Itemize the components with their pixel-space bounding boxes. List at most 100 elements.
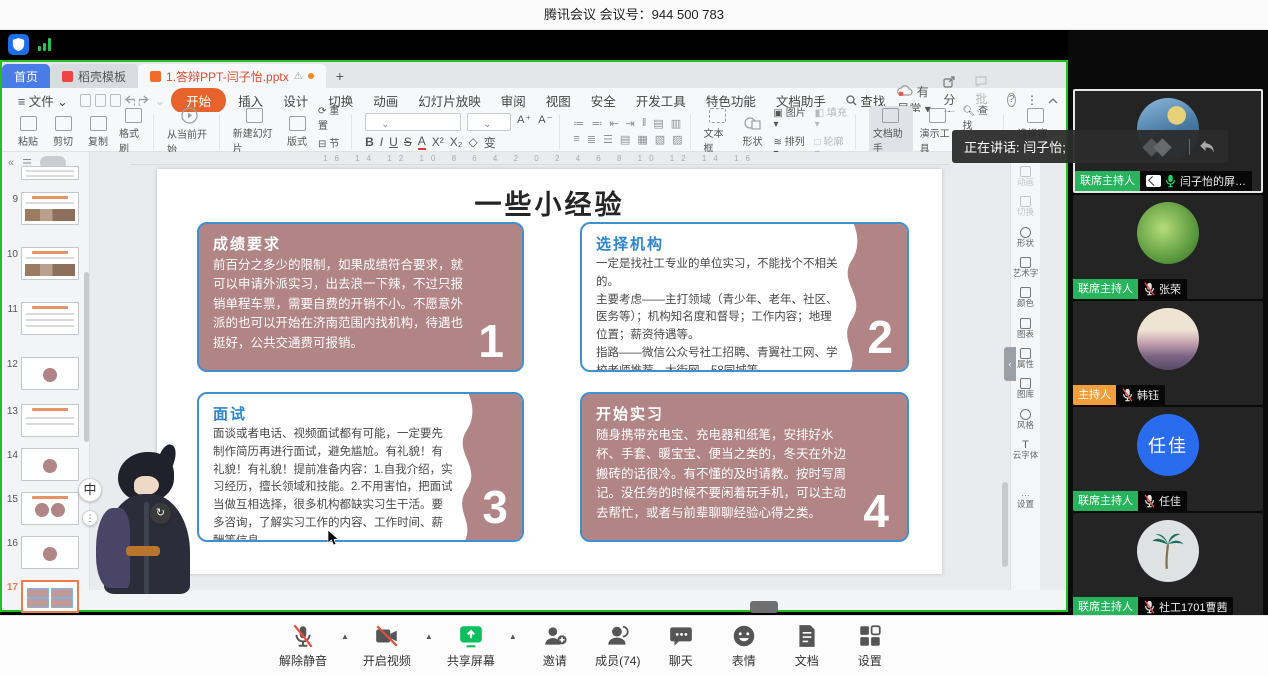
rail-cloud-fonts[interactable]: T云字体: [1011, 439, 1040, 460]
members-button[interactable]: 成员(74): [593, 623, 643, 669]
cut-button[interactable]: 剪切: [49, 116, 77, 148]
play-from-current-button[interactable]: 从当前开始: [167, 107, 213, 156]
network-signal-icon[interactable]: [38, 38, 54, 51]
rail-more[interactable]: ···设置: [1011, 491, 1040, 510]
thumbnail-slide-15[interactable]: 15: [2, 492, 90, 525]
invite-button[interactable]: 邀请: [530, 623, 580, 669]
new-tab-button[interactable]: +: [336, 64, 344, 88]
canvas-scrollbar[interactable]: [1002, 482, 1008, 567]
superscript-button[interactable]: X²: [432, 135, 444, 149]
rail-wordart[interactable]: 艺术字: [1011, 257, 1040, 278]
menu-design[interactable]: 设计: [275, 89, 316, 112]
rail-animation[interactable]: 动画: [1011, 166, 1040, 187]
slide-box-2[interactable]: 选择机构 一定是找社工专业的单位实习，不能找个不相关的。 主要考虑——主打领域（…: [580, 222, 909, 372]
copy-button[interactable]: 复制: [84, 116, 112, 148]
more-menu-icon[interactable]: ⋮: [1026, 93, 1038, 107]
font-name-combobox[interactable]: ⌄: [365, 113, 461, 131]
preview-icon[interactable]: [110, 94, 121, 107]
pet-menu-icon[interactable]: ⋮: [82, 510, 98, 526]
paste-button[interactable]: 粘贴: [14, 116, 42, 148]
video-options-caret[interactable]: ▲: [425, 632, 433, 641]
redo-icon[interactable]: [139, 94, 149, 106]
undo-icon[interactable]: [125, 94, 135, 106]
menu-slideshow[interactable]: 幻灯片放映: [410, 89, 489, 112]
subscript-button[interactable]: X₂: [450, 135, 463, 149]
format-painter-button[interactable]: 格式刷: [119, 108, 147, 155]
font-shrink-button[interactable]: A⁻: [538, 113, 553, 131]
slide[interactable]: 一些小经验 成绩要求 前百分之多少的限制，如果成绩符合要求，就可以申请外派实习，…: [157, 169, 942, 574]
emoji-button[interactable]: 表情: [719, 623, 769, 669]
rail-transition[interactable]: 切换: [1011, 196, 1040, 217]
share-screen-button[interactable]: 共享屏幕: [446, 623, 496, 669]
print-icon[interactable]: [95, 94, 106, 107]
textbox-button[interactable]: 文本框: [704, 108, 732, 155]
new-slide-button[interactable]: 新建幻灯片: [233, 108, 276, 155]
font-color-button[interactable]: A: [418, 134, 426, 150]
start-video-button[interactable]: 开启视频: [362, 623, 412, 669]
thumbnail-scrollbar[interactable]: [84, 272, 89, 442]
font-size-combobox[interactable]: ⌄: [467, 113, 511, 131]
find-button[interactable]: 🔍︎ 查找: [963, 102, 998, 132]
shield-icon[interactable]: [8, 34, 29, 55]
participant-tile[interactable]: 联席主持人 张荣: [1073, 195, 1263, 299]
rail-shapes[interactable]: 形状: [1011, 227, 1040, 248]
thumbnail-slide-16[interactable]: 16: [2, 536, 90, 569]
rail-charts[interactable]: 图表: [1011, 318, 1040, 339]
share-options-caret[interactable]: ▲: [509, 632, 517, 641]
participant-tile[interactable]: 任佳 联席主持人 任佳: [1073, 407, 1263, 511]
reply-arrow-icon[interactable]: [1198, 139, 1216, 154]
help-icon[interactable]: ?: [1007, 93, 1016, 107]
thumbnail-slide-17-active[interactable]: 17: [2, 580, 90, 613]
strikethrough-button[interactable]: S: [404, 135, 412, 149]
layout-button[interactable]: 版式: [283, 116, 311, 148]
underline-button[interactable]: U: [389, 135, 398, 149]
clear-format-icon[interactable]: ◇: [468, 135, 477, 149]
menu-devtools[interactable]: 开发工具: [628, 89, 694, 112]
text-effects-button[interactable]: 变: [484, 134, 496, 151]
docs-button[interactable]: 文档: [782, 623, 832, 669]
slide-box-3[interactable]: 面试 面谈或者电话、视频面试都有可能，一定要先制作简历再进行面试，避免尴尬。有礼…: [197, 392, 524, 542]
rail-gallery[interactable]: 图库: [1011, 378, 1040, 399]
doc-assistant-button[interactable]: 文档助手: [869, 106, 913, 157]
menu-animation[interactable]: 动画: [365, 89, 406, 112]
pet-back-icon[interactable]: ↻: [150, 503, 171, 524]
slide-box-4[interactable]: 开始实习 随身携带充电宝、充电器和纸笔，安排好水杯、手套、暖宝宝、便当之类的，冬…: [580, 392, 909, 542]
thumbnail-slide-8-partial[interactable]: [2, 166, 90, 180]
thumbnail-slide-13[interactable]: 13: [2, 404, 90, 437]
participant-tile[interactable]: 主持人 韩钰: [1073, 301, 1263, 405]
picture-button[interactable]: ▣ 图片 ▾: [774, 104, 808, 130]
unmute-button[interactable]: 解除静音: [278, 623, 328, 669]
presentation-tools-button[interactable]: 演示工具: [920, 108, 956, 155]
desktop-pet-character[interactable]: [92, 450, 204, 598]
thumbnail-slide-14[interactable]: 14: [2, 448, 90, 481]
mic-options-caret[interactable]: ▲: [341, 632, 349, 641]
italic-button[interactable]: I: [380, 135, 383, 149]
save-icon[interactable]: [80, 94, 91, 107]
tab-home[interactable]: 首页: [2, 64, 50, 88]
reset-button[interactable]: ⟳ 重置: [318, 102, 345, 132]
tab-docer[interactable]: 稻壳模板: [50, 64, 138, 88]
ime-indicator[interactable]: 中: [78, 478, 102, 502]
menu-review[interactable]: 审阅: [493, 89, 534, 112]
menu-security[interactable]: 安全: [583, 89, 624, 112]
thumbnail-slide-11[interactable]: 11: [2, 302, 90, 335]
settings-button[interactable]: 设置: [845, 623, 895, 669]
thumbnail-slide-10[interactable]: 10: [2, 247, 90, 280]
controlbar-handle[interactable]: [750, 601, 778, 613]
menu-view[interactable]: 视图: [538, 89, 579, 112]
thumbnail-slide-12[interactable]: 12: [2, 357, 90, 390]
menu-file[interactable]: ≡ 文件 ⌄: [10, 89, 76, 112]
rail-colors[interactable]: 颜色: [1011, 287, 1040, 308]
bold-button[interactable]: B: [365, 135, 374, 149]
font-grow-button[interactable]: A⁺: [517, 113, 532, 131]
slide-box-1[interactable]: 成绩要求 前百分之多少的限制，如果成绩符合要求，就可以申请外派实习，出去浪一下辣…: [197, 222, 524, 372]
rail-expand-handle[interactable]: ‹: [1004, 347, 1016, 381]
shapes-button[interactable]: 形状: [739, 116, 767, 148]
rail-styles[interactable]: 风格: [1011, 409, 1040, 430]
participant-tile[interactable]: 联席主持人 社工1701曹茜: [1073, 513, 1263, 615]
fill-button[interactable]: ◧ 填充 ▾: [815, 104, 849, 130]
tab-document[interactable]: 1.答辩PPT-闫子怡.pptx⚠: [138, 64, 326, 88]
thumbnail-slide-9[interactable]: 9: [2, 192, 90, 225]
collapse-ribbon-icon[interactable]: [1048, 93, 1058, 107]
chat-button[interactable]: 聊天: [656, 623, 706, 669]
